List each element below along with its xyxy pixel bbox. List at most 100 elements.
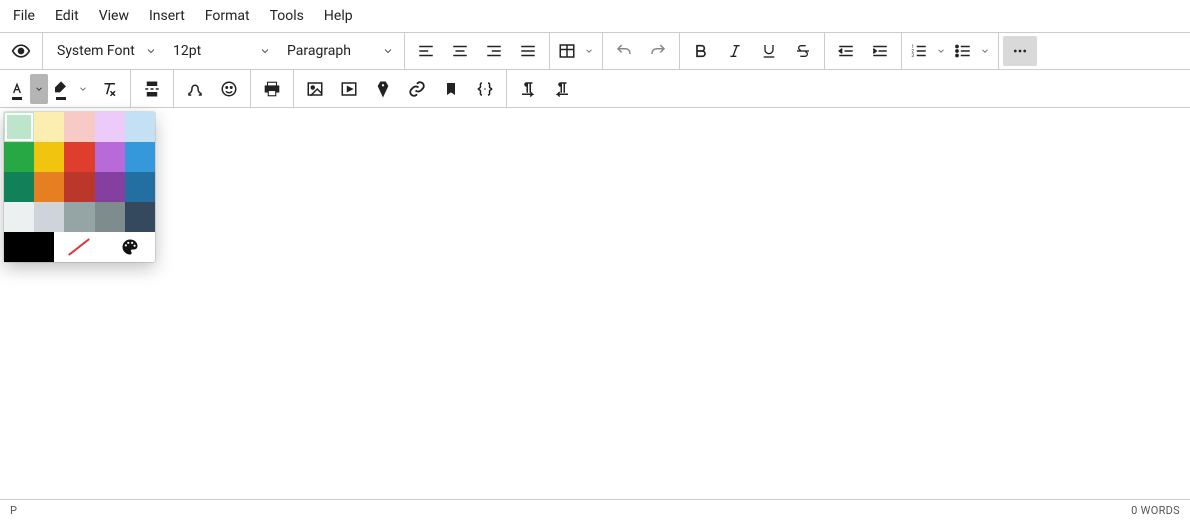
bookmark-icon xyxy=(443,81,459,97)
align-justify-button[interactable] xyxy=(511,36,545,66)
color-swatch[interactable] xyxy=(125,142,155,172)
indent-icon xyxy=(871,42,889,60)
emoji-button[interactable] xyxy=(212,74,246,104)
link-icon xyxy=(408,80,426,98)
indent-button[interactable] xyxy=(863,36,897,66)
element-path[interactable]: P xyxy=(10,504,17,517)
table-menu-chevron[interactable] xyxy=(580,36,598,66)
font-size-select[interactable]: 12pt xyxy=(163,36,277,66)
align-left-icon xyxy=(417,42,435,60)
clear-format-button[interactable] xyxy=(92,74,126,104)
highlight-icon xyxy=(53,81,69,97)
print-button[interactable] xyxy=(255,74,289,104)
rtl-icon xyxy=(553,80,571,98)
ltr-button[interactable] xyxy=(511,74,545,104)
text-color-picker xyxy=(4,112,155,262)
menu-file[interactable]: File xyxy=(3,4,45,28)
menu-edit[interactable]: Edit xyxy=(45,4,89,28)
clear-format-icon xyxy=(100,80,118,98)
outdent-button[interactable] xyxy=(829,36,863,66)
color-swatch[interactable] xyxy=(64,202,94,232)
menu-view[interactable]: View xyxy=(89,4,139,28)
chevron-down-icon xyxy=(980,46,990,56)
color-swatch[interactable] xyxy=(34,172,64,202)
color-swatch[interactable] xyxy=(125,112,155,142)
underline-button[interactable] xyxy=(752,36,786,66)
svg-text:3: 3 xyxy=(912,53,915,59)
menu-format[interactable]: Format xyxy=(195,4,260,28)
color-swatch[interactable] xyxy=(95,172,125,202)
media-button[interactable] xyxy=(332,74,366,104)
highlight-chevron[interactable] xyxy=(74,74,92,104)
special-char-icon xyxy=(186,80,204,98)
unordered-list-icon xyxy=(954,42,972,60)
menu-help[interactable]: Help xyxy=(314,4,363,28)
color-swatch[interactable] xyxy=(4,142,34,172)
code-sample-button[interactable] xyxy=(468,74,502,104)
align-right-button[interactable] xyxy=(477,36,511,66)
chevron-down-icon xyxy=(584,46,594,56)
menubar: File Edit View Insert Format Tools Help xyxy=(0,0,1190,32)
ordered-list-chevron[interactable] xyxy=(932,36,950,66)
image-button[interactable] xyxy=(298,74,332,104)
link-button[interactable] xyxy=(400,74,434,104)
italic-button[interactable] xyxy=(718,36,752,66)
custom-color[interactable] xyxy=(105,232,155,262)
table-icon xyxy=(558,42,576,60)
color-swatch[interactable] xyxy=(64,142,94,172)
color-swatch[interactable] xyxy=(95,202,125,232)
outdent-icon xyxy=(837,42,855,60)
remove-color[interactable] xyxy=(54,232,104,262)
text-color-chevron[interactable] xyxy=(30,74,48,104)
ordered-list-button[interactable]: 123 xyxy=(906,36,932,66)
color-swatch[interactable] xyxy=(34,202,64,232)
color-swatch[interactable] xyxy=(125,202,155,232)
emoji-icon xyxy=(220,80,238,98)
ltr-icon xyxy=(519,80,537,98)
color-swatch[interactable] xyxy=(34,142,64,172)
menu-tools[interactable]: Tools xyxy=(260,4,314,28)
page-break-button[interactable] xyxy=(135,74,169,104)
text-color-button[interactable] xyxy=(4,74,30,104)
color-swatches xyxy=(4,112,155,232)
color-swatch[interactable] xyxy=(64,172,94,202)
bold-button[interactable] xyxy=(684,36,718,66)
color-swatch[interactable] xyxy=(34,112,64,142)
menu-insert[interactable]: Insert xyxy=(139,4,195,28)
color-swatch[interactable] xyxy=(4,202,34,232)
block-format-select[interactable]: Paragraph xyxy=(277,36,400,66)
strike-button[interactable] xyxy=(786,36,820,66)
color-swatch[interactable] xyxy=(4,112,34,142)
chevron-down-icon xyxy=(259,45,271,57)
font-family-select[interactable]: System Font xyxy=(47,36,163,66)
anchor-icon xyxy=(374,80,392,98)
more-icon xyxy=(1012,43,1028,59)
statusbar: P 0 WORDS xyxy=(0,499,1190,521)
color-swatch[interactable] xyxy=(95,142,125,172)
anchor-button[interactable] xyxy=(366,74,400,104)
bold-icon xyxy=(693,43,709,59)
color-swatch[interactable] xyxy=(64,112,94,142)
chevron-down-icon xyxy=(382,45,394,57)
table-button[interactable] xyxy=(554,36,580,66)
color-swatch[interactable] xyxy=(95,112,125,142)
unordered-list-chevron[interactable] xyxy=(976,36,994,66)
unordered-list-button[interactable] xyxy=(950,36,976,66)
bookmark-button[interactable] xyxy=(434,74,468,104)
media-icon xyxy=(340,80,358,98)
align-left-button[interactable] xyxy=(409,36,443,66)
color-black[interactable] xyxy=(4,232,54,262)
preview-button[interactable] xyxy=(4,36,38,66)
color-swatch[interactable] xyxy=(125,172,155,202)
redo-button[interactable] xyxy=(641,36,675,66)
highlight-button[interactable] xyxy=(48,74,74,104)
align-center-button[interactable] xyxy=(443,36,477,66)
chevron-down-icon xyxy=(936,46,946,56)
color-swatch[interactable] xyxy=(4,172,34,202)
align-right-icon xyxy=(485,42,503,60)
special-char-button[interactable] xyxy=(178,74,212,104)
rtl-button[interactable] xyxy=(545,74,579,104)
more-button[interactable] xyxy=(1003,36,1037,66)
undo-button[interactable] xyxy=(607,36,641,66)
word-count[interactable]: 0 WORDS xyxy=(1131,504,1180,517)
